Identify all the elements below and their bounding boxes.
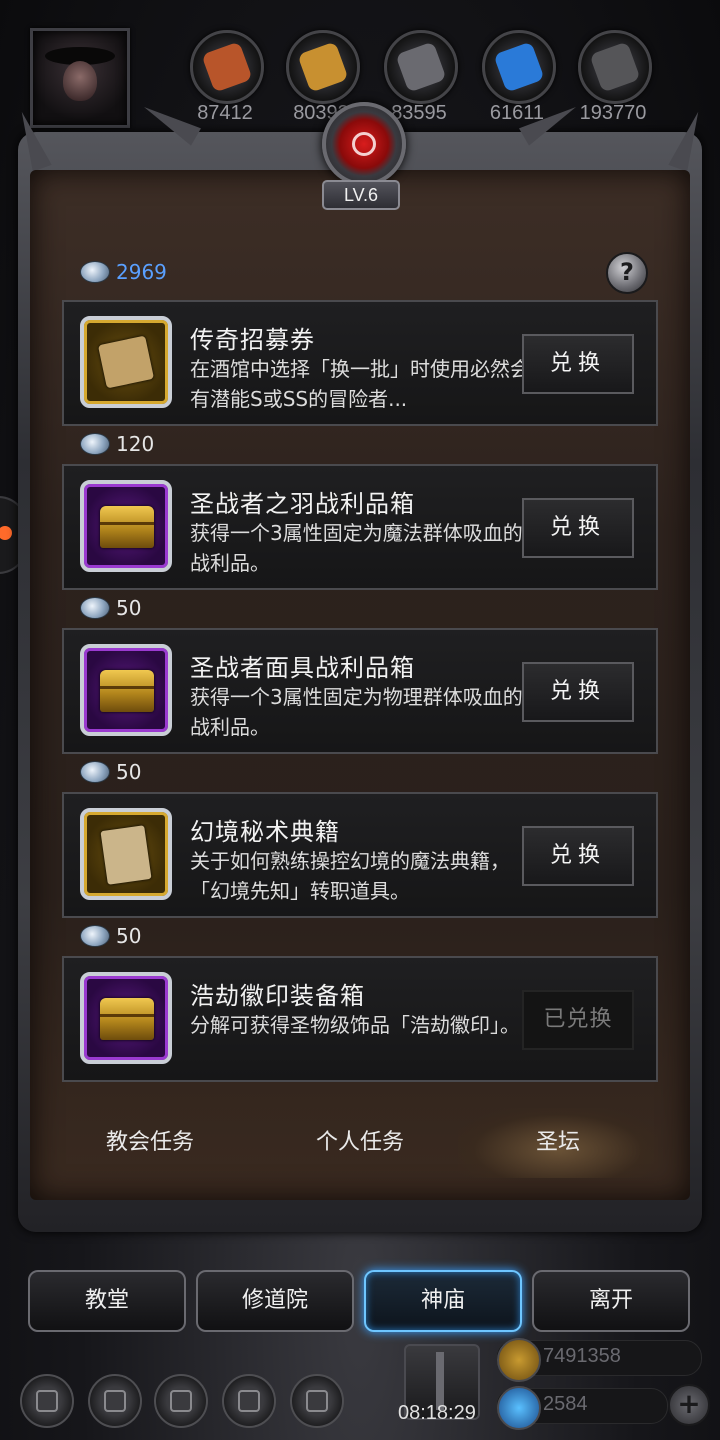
exchange-button[interactable]: 兑换 bbox=[522, 498, 634, 558]
chest-icon bbox=[100, 506, 154, 548]
item-description: 获得一个3属性固定为物理群体吸血的战利品。 bbox=[190, 685, 523, 739]
item-price: 120 bbox=[80, 432, 154, 456]
silver-coin-icon bbox=[80, 433, 110, 455]
tab-altar[interactable]: 圣坛 bbox=[458, 1108, 658, 1178]
help-button[interactable]: ? bbox=[606, 252, 648, 294]
item-title: 幻境秘术典籍 bbox=[190, 818, 340, 846]
currency-balance-value: 2969 bbox=[116, 260, 167, 284]
exchanged-button: 已兑换 bbox=[522, 990, 634, 1050]
nav-temple-button[interactable]: 神庙 bbox=[364, 1270, 522, 1332]
gem-icon bbox=[497, 1386, 541, 1430]
item-icon-frame[interactable] bbox=[80, 644, 172, 736]
list-item: 圣战者面具战利品箱 获得一个3属性固定为物理群体吸血的战利品。 兑换 bbox=[62, 628, 658, 754]
mail-icon[interactable] bbox=[290, 1374, 344, 1428]
exchange-button[interactable]: 兑换 bbox=[522, 334, 634, 394]
tab-church-quests[interactable]: 教会任务 bbox=[50, 1108, 250, 1178]
gold-wallet: 7491358 bbox=[496, 1338, 702, 1382]
add-gems-button[interactable]: + bbox=[668, 1384, 710, 1426]
item-price-value: 50 bbox=[116, 596, 142, 620]
item-icon-frame[interactable] bbox=[80, 972, 172, 1064]
item-description: 在酒馆中选择「换一批」时使用必然会有潜能S或SS的冒险者... bbox=[190, 357, 530, 411]
item-icon-frame[interactable] bbox=[80, 808, 172, 900]
silver-coin-icon bbox=[80, 761, 110, 783]
item-description: 分解可获得圣物级饰品「浩劫徽印」。 bbox=[190, 1013, 520, 1037]
book-icon bbox=[100, 825, 152, 885]
altar-emblem-icon bbox=[322, 102, 406, 186]
gold-value: 7491358 bbox=[543, 1345, 621, 1367]
altar-level: LV.6 bbox=[322, 180, 400, 210]
tab-personal-quests[interactable]: 个人任务 bbox=[260, 1108, 460, 1178]
altar-tabs: 教会任务 个人任务 圣坛 bbox=[40, 1108, 680, 1178]
item-title: 圣战者面具战利品箱 bbox=[190, 654, 415, 682]
exchange-button[interactable]: 兑换 bbox=[522, 662, 634, 722]
silver-coin-icon bbox=[80, 925, 110, 947]
silver-coin-icon bbox=[80, 597, 110, 619]
item-title: 圣战者之羽战利品箱 bbox=[190, 490, 415, 518]
wood-icon[interactable] bbox=[286, 30, 360, 104]
item-description: 获得一个3属性固定为魔法群体吸血的战利品。 bbox=[190, 521, 523, 575]
map-icon[interactable] bbox=[222, 1374, 276, 1428]
exchange-button[interactable]: 兑换 bbox=[522, 826, 634, 886]
item-icon-frame[interactable] bbox=[80, 480, 172, 572]
item-price-value: 50 bbox=[116, 760, 142, 784]
avatar-face bbox=[63, 61, 97, 101]
list-item: 浩劫徽印装备箱 分解可获得圣物级饰品「浩劫徽印」。 已兑换 bbox=[62, 956, 658, 1082]
silver-coin-icon bbox=[80, 261, 110, 283]
event-timer: 08:18:29 bbox=[398, 1402, 476, 1424]
item-icon-frame[interactable] bbox=[80, 316, 172, 408]
nav-leave-button[interactable]: 离开 bbox=[532, 1270, 690, 1332]
leather-icon[interactable] bbox=[190, 30, 264, 104]
settings-icon[interactable] bbox=[20, 1374, 74, 1428]
crystal-icon[interactable] bbox=[482, 30, 556, 104]
item-price: 50 bbox=[80, 760, 141, 784]
item-price: 50 bbox=[80, 596, 141, 620]
currency-balance: 2969 bbox=[80, 260, 167, 284]
iron-icon[interactable] bbox=[384, 30, 458, 104]
gem-value: 2584 bbox=[543, 1393, 588, 1415]
item-price-value: 50 bbox=[116, 924, 142, 948]
gem-wallet: 2584 bbox=[496, 1386, 668, 1430]
player-avatar[interactable] bbox=[30, 28, 130, 128]
nav-church-button[interactable]: 教堂 bbox=[28, 1270, 186, 1332]
gold-icon bbox=[497, 1338, 541, 1382]
bag-icon[interactable] bbox=[88, 1374, 142, 1428]
item-title: 浩劫徽印装备箱 bbox=[190, 982, 365, 1010]
item-price-value: 120 bbox=[116, 432, 155, 456]
item-description: 关于如何熟练操控幻境的魔法典籍，「幻境先知」转职道具。 bbox=[190, 849, 510, 903]
scroll-icon bbox=[97, 335, 155, 389]
hero-icon[interactable] bbox=[154, 1374, 208, 1428]
nav-monastery-button[interactable]: 修道院 bbox=[196, 1270, 354, 1332]
stone-icon[interactable] bbox=[578, 30, 652, 104]
item-price: 50 bbox=[80, 924, 141, 948]
item-title: 传奇招募券 bbox=[190, 326, 315, 354]
chest-icon bbox=[100, 670, 154, 712]
list-item: 幻境秘术典籍 关于如何熟练操控幻境的魔法典籍，「幻境先知」转职道具。 兑换 bbox=[62, 792, 658, 918]
list-item: 传奇招募券 在酒馆中选择「换一批」时使用必然会有潜能S或SS的冒险者... 兑换 bbox=[62, 300, 658, 426]
list-item: 圣战者之羽战利品箱 获得一个3属性固定为魔法群体吸血的战利品。 兑换 bbox=[62, 464, 658, 590]
chest-icon bbox=[100, 998, 154, 1040]
